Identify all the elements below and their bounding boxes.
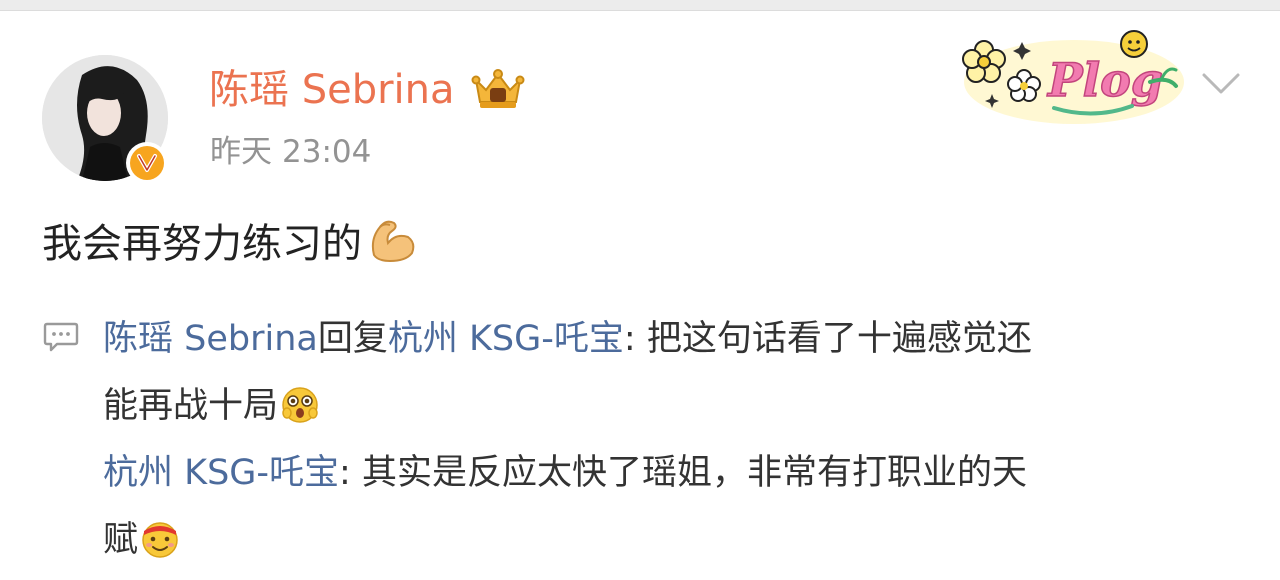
reply-to-link[interactable]: 杭州 KSG-吒宝 <box>388 319 624 359</box>
comment-item: 杭州 KSG-吒宝: 其实是反应太快了瑶姐，非常有打职业的天 赋 <box>103 440 1233 574</box>
determined-face-emoji <box>142 522 178 558</box>
comment-item: 陈瑶 Sebrina回复杭州 KSG-吒宝: 把这句话看了十遍感觉还 能再战十局 <box>103 306 1233 440</box>
comment-bubble-icon[interactable] <box>43 321 79 353</box>
verified-icon <box>126 142 168 184</box>
excited-face-emoji <box>282 387 318 423</box>
comment-line: 赋 <box>103 507 1233 574</box>
comment-author-link[interactable]: 杭州 KSG-吒宝 <box>103 453 339 493</box>
comment-text: 能再战十局 <box>103 386 279 426</box>
plog-sticker: Plog <box>962 30 1184 124</box>
comment-text: 赋 <box>103 520 139 560</box>
post-text: 我会再努力练习的 <box>42 212 418 276</box>
comment-line: 陈瑶 Sebrina回复杭州 KSG-吒宝: 把这句话看了十遍感觉还 <box>103 306 1233 373</box>
comment-line: 杭州 KSG-吒宝: 其实是反应太快了瑶姐，非常有打职业的天 <box>103 440 1233 507</box>
comment-list: 陈瑶 Sebrina回复杭州 KSG-吒宝: 把这句话看了十遍感觉还 能再战十局… <box>103 306 1233 574</box>
author-name[interactable]: 陈瑶 Sebrina <box>209 62 455 118</box>
comment-author-link[interactable]: 陈瑶 Sebrina <box>103 319 318 359</box>
post-text-content: 我会再努力练习的 <box>42 221 362 267</box>
comment-text: : 把这句话看了十遍感觉还 <box>623 319 1032 359</box>
flexed-biceps-emoji <box>371 220 415 263</box>
top-divider <box>0 0 1280 11</box>
timestamp-day: 昨天 <box>210 134 272 170</box>
timestamp-clock: 23:04 <box>282 134 372 170</box>
reply-word: 回复 <box>317 319 388 359</box>
svg-text:Plog: Plog <box>1046 53 1163 107</box>
comment-line: 能再战十局 <box>103 373 1233 440</box>
post-timestamp: 昨天 23:04 <box>210 130 381 174</box>
comment-text: : 其实是反应太快了瑶姐，非常有打职业的天 <box>339 453 1027 493</box>
chevron-down-icon[interactable] <box>1198 66 1244 100</box>
vip-crown-icon[interactable] <box>470 68 526 110</box>
